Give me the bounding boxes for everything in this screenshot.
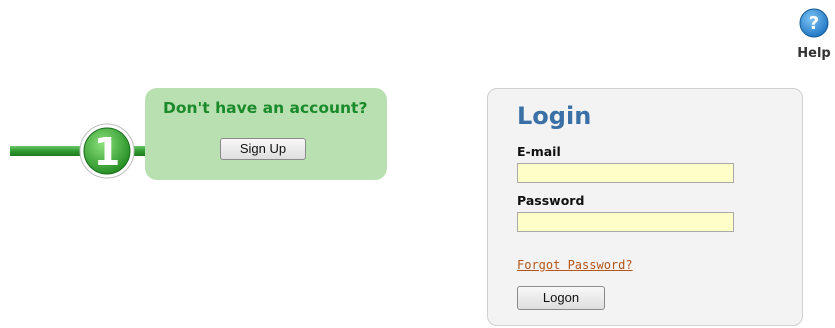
help-label: Help	[797, 46, 831, 61]
login-panel: Login E-mail Password Forgot Password? L…	[487, 88, 803, 326]
logon-button[interactable]: Logon	[517, 286, 605, 310]
help-circle-icon: ?	[799, 8, 829, 38]
password-input[interactable]	[517, 212, 734, 232]
email-label: E-mail	[517, 144, 561, 159]
login-title: Login	[517, 102, 592, 130]
sign-up-button[interactable]: Sign Up	[220, 138, 306, 160]
help-button[interactable]: ? Help	[795, 8, 833, 64]
step-number: 1	[94, 130, 120, 174]
forgot-password-link[interactable]: Forgot Password?	[517, 258, 633, 273]
email-input[interactable]	[517, 163, 734, 183]
arrow-shaft-left	[10, 146, 85, 156]
signup-callout: Don't have an account? Sign Up	[145, 88, 387, 180]
step-badge: 1	[79, 123, 135, 179]
password-label: Password	[517, 193, 585, 208]
help-glyph: ?	[809, 13, 819, 34]
signup-callout-title: Don't have an account?	[163, 99, 368, 117]
